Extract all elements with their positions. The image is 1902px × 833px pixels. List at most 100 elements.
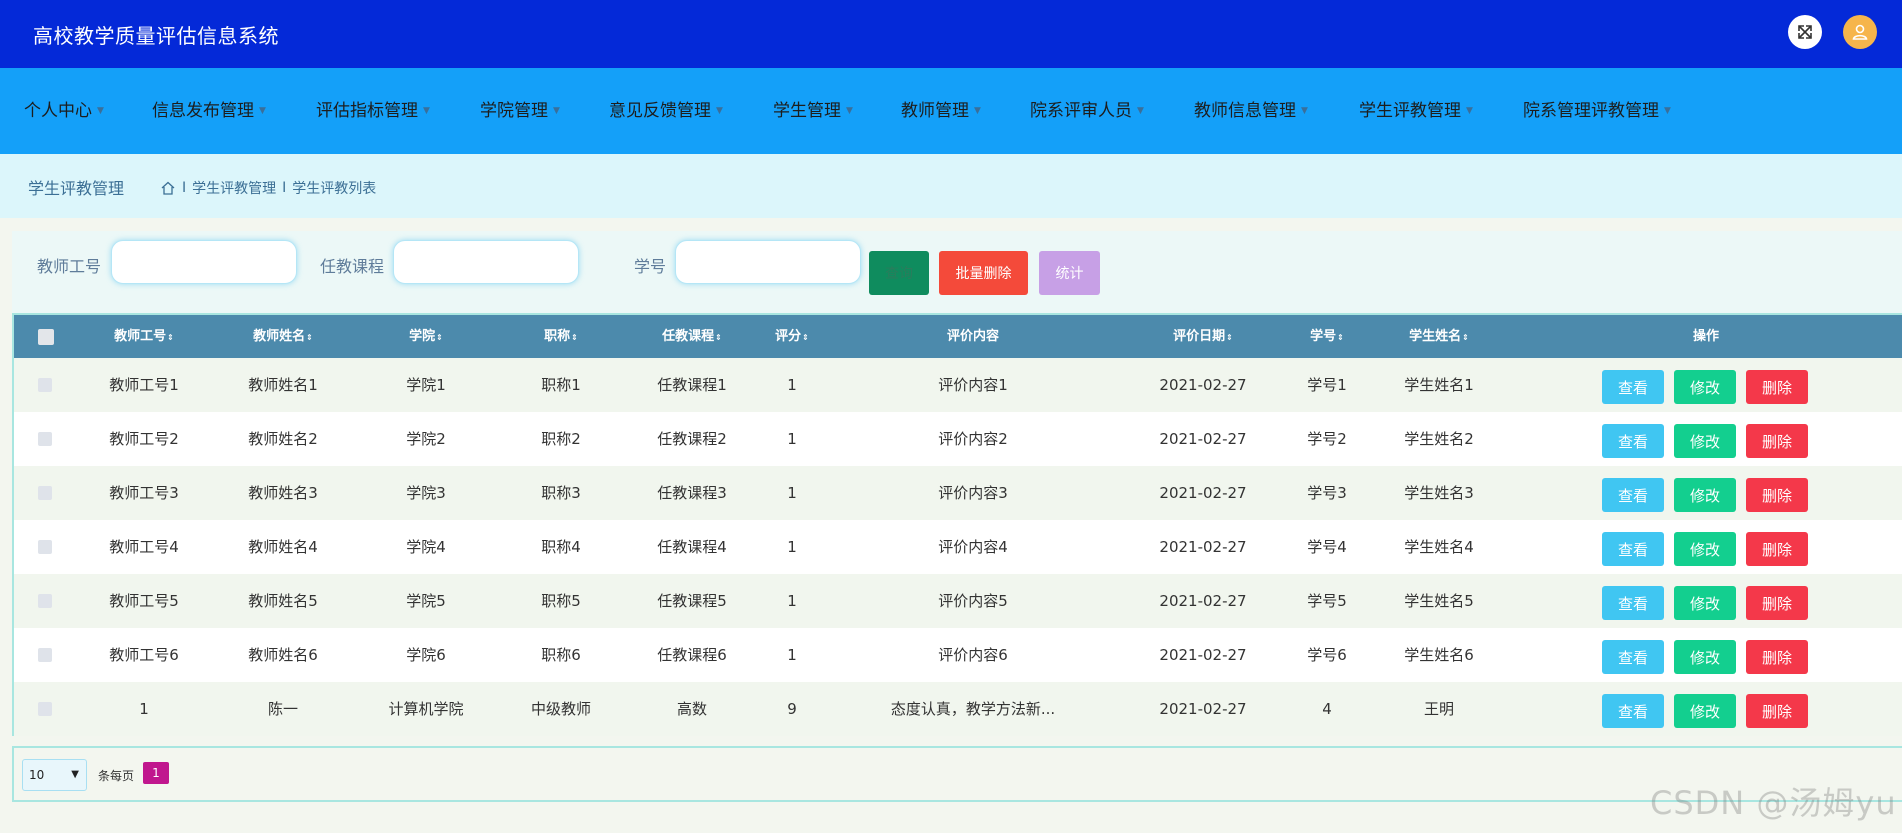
view-button[interactable]: 查看 — [1602, 640, 1664, 674]
comment-cell: 评价内容2 — [938, 430, 1008, 448]
column-header[interactable]: 评分⇕ — [775, 315, 809, 358]
delete-button[interactable]: 删除 — [1746, 424, 1808, 458]
user-avatar-button[interactable] — [1843, 15, 1877, 49]
view-button[interactable]: 查看 — [1602, 694, 1664, 728]
teacher-id-cell: 教师工号3 — [109, 484, 179, 502]
view-button[interactable]: 查看 — [1602, 478, 1664, 512]
sort-icon: ⇕ — [167, 333, 174, 342]
nav-item-dept-evaluation[interactable]: 院系管理评教管理 ▼ — [1523, 68, 1671, 154]
column-header[interactable]: 职称⇕ — [544, 315, 578, 358]
home-icon[interactable] — [160, 180, 176, 196]
course-cell: 任教课程4 — [657, 538, 727, 556]
query-button[interactable]: 查询 — [869, 251, 929, 295]
watermark: CSDN @汤姆yu — [1650, 784, 1897, 822]
course-input[interactable] — [393, 240, 579, 284]
breadcrumb-separator: I — [282, 180, 287, 196]
nav-item-student-manage[interactable]: 学生管理 ▼ — [773, 68, 853, 154]
row-checkbox[interactable] — [38, 540, 52, 554]
title-cell: 职称3 — [541, 484, 581, 502]
nav-item-feedback-manage[interactable]: 意见反馈管理 ▼ — [609, 68, 723, 154]
course-label: 任教课程 — [320, 257, 385, 276]
caret-down-icon: ▼ — [553, 106, 560, 116]
comment-cell: 评价内容4 — [938, 538, 1008, 556]
delete-button[interactable]: 删除 — [1746, 370, 1808, 404]
table-header: 教师工号⇕ 教师姓名⇕ 学院⇕ 职称⇕ 任教课程⇕ 评分⇕ 评价内容 评价日期⇕… — [14, 315, 1902, 358]
expand-icon — [1798, 25, 1812, 39]
row-checkbox[interactable] — [38, 702, 52, 716]
sort-icon: ⇕ — [802, 333, 809, 342]
teacher-name-cell: 教师姓名3 — [248, 484, 318, 502]
edit-button[interactable]: 修改 — [1674, 532, 1736, 566]
row-checkbox[interactable] — [38, 594, 52, 608]
edit-button[interactable]: 修改 — [1674, 586, 1736, 620]
column-header[interactable]: 评价日期⇕ — [1173, 315, 1233, 358]
column-header[interactable]: 教师姓名⇕ — [253, 315, 313, 358]
row-checkbox[interactable] — [38, 648, 52, 662]
comment-cell: 评价内容6 — [938, 646, 1008, 664]
nav-item-teacher-manage[interactable]: 教师管理 ▼ — [901, 68, 981, 154]
page-size-select[interactable]: 10 ▼ — [22, 759, 87, 791]
edit-button[interactable]: 修改 — [1674, 478, 1736, 512]
delete-button[interactable]: 删除 — [1746, 532, 1808, 566]
comment-cell: 评价内容5 — [938, 592, 1008, 610]
page-number-current[interactable]: 1 — [143, 762, 169, 784]
college-cell: 计算机学院 — [388, 700, 464, 718]
student-id-cell: 学号2 — [1307, 430, 1347, 448]
view-button[interactable]: 查看 — [1602, 586, 1664, 620]
row-checkbox[interactable] — [38, 486, 52, 500]
delete-button[interactable]: 删除 — [1746, 586, 1808, 620]
edit-button[interactable]: 修改 — [1674, 640, 1736, 674]
edit-button[interactable]: 修改 — [1674, 370, 1736, 404]
edit-button[interactable]: 修改 — [1674, 424, 1736, 458]
row-checkbox[interactable] — [38, 432, 52, 446]
edit-button[interactable]: 修改 — [1674, 694, 1736, 728]
nav-item-college-manage[interactable]: 学院管理 ▼ — [480, 68, 560, 154]
delete-button[interactable]: 删除 — [1746, 640, 1808, 674]
course-cell: 高数 — [676, 700, 708, 718]
column-header[interactable]: 任教课程⇕ — [662, 315, 722, 358]
student-name-cell: 学生姓名5 — [1404, 592, 1474, 610]
score-cell: 1 — [787, 538, 797, 556]
fullscreen-button[interactable] — [1788, 15, 1822, 49]
caret-down-icon: ▼ — [97, 106, 104, 116]
breadcrumb-item[interactable]: 学生评教管理 — [192, 178, 276, 198]
caret-down-icon: ▼ — [974, 106, 981, 116]
select-all-checkbox[interactable] — [38, 329, 54, 345]
caret-down-icon: ▼ — [259, 106, 266, 116]
title-cell: 职称4 — [541, 538, 581, 556]
caret-down-icon: ▼ — [716, 106, 723, 116]
view-button[interactable]: 查看 — [1602, 370, 1664, 404]
nav-item-info-publish[interactable]: 信息发布管理 ▼ — [152, 68, 266, 154]
teacher-id-cell: 教师工号4 — [109, 538, 179, 556]
comment-cell: 态度认真，教学方法新... — [890, 700, 1056, 718]
view-button[interactable]: 查看 — [1602, 424, 1664, 458]
teacher-name-cell: 陈一 — [267, 700, 299, 718]
nav-item-index-manage[interactable]: 评估指标管理 ▼ — [316, 68, 430, 154]
column-header[interactable]: 学号⇕ — [1310, 315, 1344, 358]
page-title: 学生评教管理 — [28, 179, 125, 198]
teacher-id-label: 教师工号 — [37, 257, 102, 276]
college-cell: 学院1 — [406, 376, 446, 394]
score-cell: 1 — [787, 376, 797, 394]
delete-button[interactable]: 删除 — [1746, 478, 1808, 512]
nav-item-student-evaluation[interactable]: 学生评教管理 ▼ — [1359, 68, 1473, 154]
batch-delete-button[interactable]: 批量删除 — [939, 251, 1028, 295]
nav-item-personal-center[interactable]: 个人中心 ▼ — [24, 68, 104, 154]
teacher-id-input[interactable] — [111, 240, 297, 284]
view-button[interactable]: 查看 — [1602, 532, 1664, 566]
column-header: 操作 — [1692, 329, 1720, 344]
date-cell: 2021-02-27 — [1159, 376, 1247, 394]
student-id-input[interactable] — [675, 240, 861, 284]
column-header[interactable]: 学院⇕ — [409, 315, 443, 358]
column-header[interactable]: 学生姓名⇕ — [1409, 315, 1469, 358]
nav-item-teacher-info[interactable]: 教师信息管理 ▼ — [1194, 68, 1308, 154]
student-id-cell: 学号4 — [1307, 538, 1347, 556]
column-header[interactable]: 教师工号⇕ — [114, 315, 174, 358]
nav-item-reviewers[interactable]: 院系评审人员 ▼ — [1030, 68, 1144, 154]
score-cell: 9 — [787, 700, 797, 718]
title-cell: 职称5 — [541, 592, 581, 610]
row-checkbox[interactable] — [38, 378, 52, 392]
delete-button[interactable]: 删除 — [1746, 694, 1808, 728]
course-cell: 任教课程2 — [657, 430, 727, 448]
statistics-button[interactable]: 统计 — [1039, 251, 1100, 295]
